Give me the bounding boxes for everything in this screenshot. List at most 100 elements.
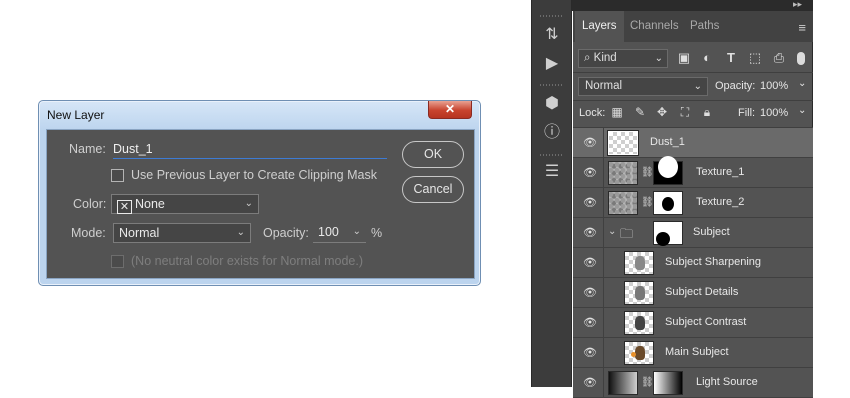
chevron-down-icon: ⌄ [244, 198, 253, 209]
layer-name: Texture_1 [696, 166, 745, 178]
layer-thumbnail [607, 130, 639, 156]
lock-image-icon[interactable]: ✎ [633, 104, 647, 120]
grip-handle[interactable] [540, 154, 564, 156]
opacity-value: 100 [318, 225, 339, 239]
tool-strip: ⇅ ▶ ⬢ ⓘ ☰ [531, 0, 572, 387]
cancel-button[interactable]: Cancel [402, 176, 464, 203]
visibility-cell: 👁︎ [573, 248, 604, 278]
folder-icon: 🗀 [620, 226, 634, 241]
layer-thumbnail [608, 161, 638, 185]
close-button[interactable]: ✕ [428, 101, 472, 119]
link-icon[interactable]: ⛓ [641, 166, 654, 180]
shape-filter-icon[interactable]: ⬚ [747, 49, 763, 67]
layer-thumbnail [624, 281, 654, 305]
eye-icon[interactable]: 👁︎ [582, 166, 598, 180]
layer-mask-thumbnail[interactable] [653, 156, 683, 185]
layer-thumbnail [624, 341, 654, 365]
group-mask-thumbnail[interactable] [653, 221, 683, 246]
visibility-cell: 👁︎ [573, 158, 604, 188]
clipping-mask-label: Use Previous Layer to Create Clipping Ma… [131, 168, 377, 182]
layer-name: Dust_1 [650, 136, 685, 148]
eye-icon[interactable]: 👁︎ [582, 226, 598, 240]
dialog-body: Name: Dust_1 OK Cancel Use Previous Laye… [46, 129, 475, 279]
chevron-down-icon[interactable]: ⌄ [798, 105, 806, 116]
search-icon: ⌕ [584, 52, 591, 64]
eye-icon[interactable]: 👁︎ [582, 196, 598, 210]
layer-group-row[interactable]: 👁︎ ⌄ 🗀 Subject [573, 218, 813, 248]
play-icon[interactable]: ▶ [540, 53, 564, 75]
layer-name: Main Subject [665, 346, 729, 358]
collapse-right-icon[interactable]: ▸▸ [793, 0, 802, 10]
opacity-label: Opacity: [715, 80, 756, 92]
history-icon[interactable]: ⇅ [540, 24, 564, 46]
panel-menu-icon[interactable]: ≡ [798, 20, 806, 35]
layer-mask-thumbnail[interactable] [653, 191, 683, 215]
layer-row[interactable]: 👁︎ ⛓ Light Source [573, 368, 813, 398]
layer-mask-thumbnail[interactable] [653, 371, 683, 395]
tab-paths[interactable]: Paths [683, 11, 726, 42]
neutral-color-checkbox [111, 255, 124, 268]
layer-row[interactable]: 👁︎ ⛓ Texture_1 [573, 156, 813, 188]
blend-mode-select[interactable]: Normal ⌄ [578, 77, 708, 96]
color-label: Color: [73, 197, 107, 211]
chevron-down-icon: ⌄ [352, 226, 361, 237]
layer-row[interactable]: 👁︎ Subject Sharpening [573, 248, 813, 278]
smart-object-filter-icon[interactable]: ⎙ [771, 49, 787, 67]
grip-handle[interactable] [540, 84, 564, 86]
layer-name-input[interactable]: Dust_1 [113, 139, 387, 159]
type-filter-icon[interactable]: T [723, 49, 739, 67]
chevron-down-icon: ⌄ [654, 53, 663, 64]
layer-name: Subject [693, 226, 730, 238]
ok-button[interactable]: OK [402, 141, 464, 168]
layer-row[interactable]: 👁︎ ⛓ Texture_2 [573, 188, 813, 218]
tab-layers[interactable]: Layers [575, 11, 624, 42]
eye-icon[interactable]: 👁︎ [582, 346, 598, 360]
eye-icon[interactable]: 👁︎ [582, 286, 598, 300]
mode-select[interactable]: Normal ⌄ [113, 223, 251, 243]
visibility-cell: 👁︎ [573, 278, 604, 308]
eye-icon[interactable]: 👁︎ [582, 256, 598, 270]
layer-thumbnail [624, 251, 654, 275]
opacity-value[interactable]: 100% [760, 80, 788, 92]
chevron-down-icon: ⌄ [236, 227, 245, 238]
info-icon[interactable]: ⓘ [540, 122, 564, 144]
properties-icon[interactable]: ☰ [540, 161, 564, 183]
opacity-label: Opacity: [263, 226, 309, 240]
3d-cube-icon[interactable]: ⬢ [540, 93, 564, 115]
filter-toggle[interactable] [797, 52, 805, 65]
panel-tabs: Layers Channels Paths ≡ [573, 11, 813, 42]
layer-row[interactable]: 👁︎ Subject Contrast [573, 308, 813, 338]
panel-top-bar: ◂◂ ▸▸ [531, 0, 813, 11]
lock-all-icon[interactable]: 🔒︎ [700, 104, 714, 120]
opacity-input[interactable]: 100 ⌄ [313, 223, 366, 243]
grip-handle[interactable] [540, 15, 564, 17]
layer-row[interactable]: 👁︎ Dust_1 [573, 128, 813, 158]
chevron-down-icon[interactable]: ⌄ [608, 226, 616, 237]
divider [573, 72, 813, 73]
adjustment-filter-icon[interactable]: ◐ [699, 49, 715, 67]
lock-transparent-icon[interactable]: ▦ [610, 104, 624, 120]
visibility-cell: 👁︎ [573, 188, 604, 218]
layer-thumbnail [624, 311, 654, 335]
fill-value[interactable]: 100% [760, 107, 788, 119]
eye-icon[interactable]: 👁︎ [582, 376, 598, 390]
layer-row[interactable]: 👁︎ Subject Details [573, 278, 813, 308]
filter-kind-select[interactable]: ⌕ Kind ⌄ [578, 49, 668, 68]
artboard-icon[interactable]: ⛶ [678, 104, 692, 120]
tab-channels[interactable]: Channels [623, 11, 686, 42]
dialog-title: New Layer [47, 108, 105, 122]
pixel-filter-icon[interactable]: ▣ [676, 49, 692, 67]
lock-position-icon[interactable]: ✥ [655, 104, 669, 120]
clipping-mask-checkbox[interactable] [111, 169, 124, 182]
opacity-unit: % [371, 226, 383, 240]
eye-icon[interactable]: 👁︎ [582, 136, 598, 150]
eye-icon[interactable]: 👁︎ [582, 316, 598, 330]
fill-label: Fill: [738, 107, 756, 119]
link-icon[interactable]: ⛓ [641, 376, 654, 390]
chevron-down-icon[interactable]: ⌄ [798, 78, 806, 89]
color-select[interactable]: ✕ None ⌄ [111, 194, 259, 214]
layer-row[interactable]: 👁︎ Main Subject [573, 338, 813, 368]
link-icon[interactable]: ⛓ [641, 196, 654, 210]
layer-name: Light Source [696, 376, 758, 388]
visibility-cell: 👁︎ [573, 308, 604, 338]
